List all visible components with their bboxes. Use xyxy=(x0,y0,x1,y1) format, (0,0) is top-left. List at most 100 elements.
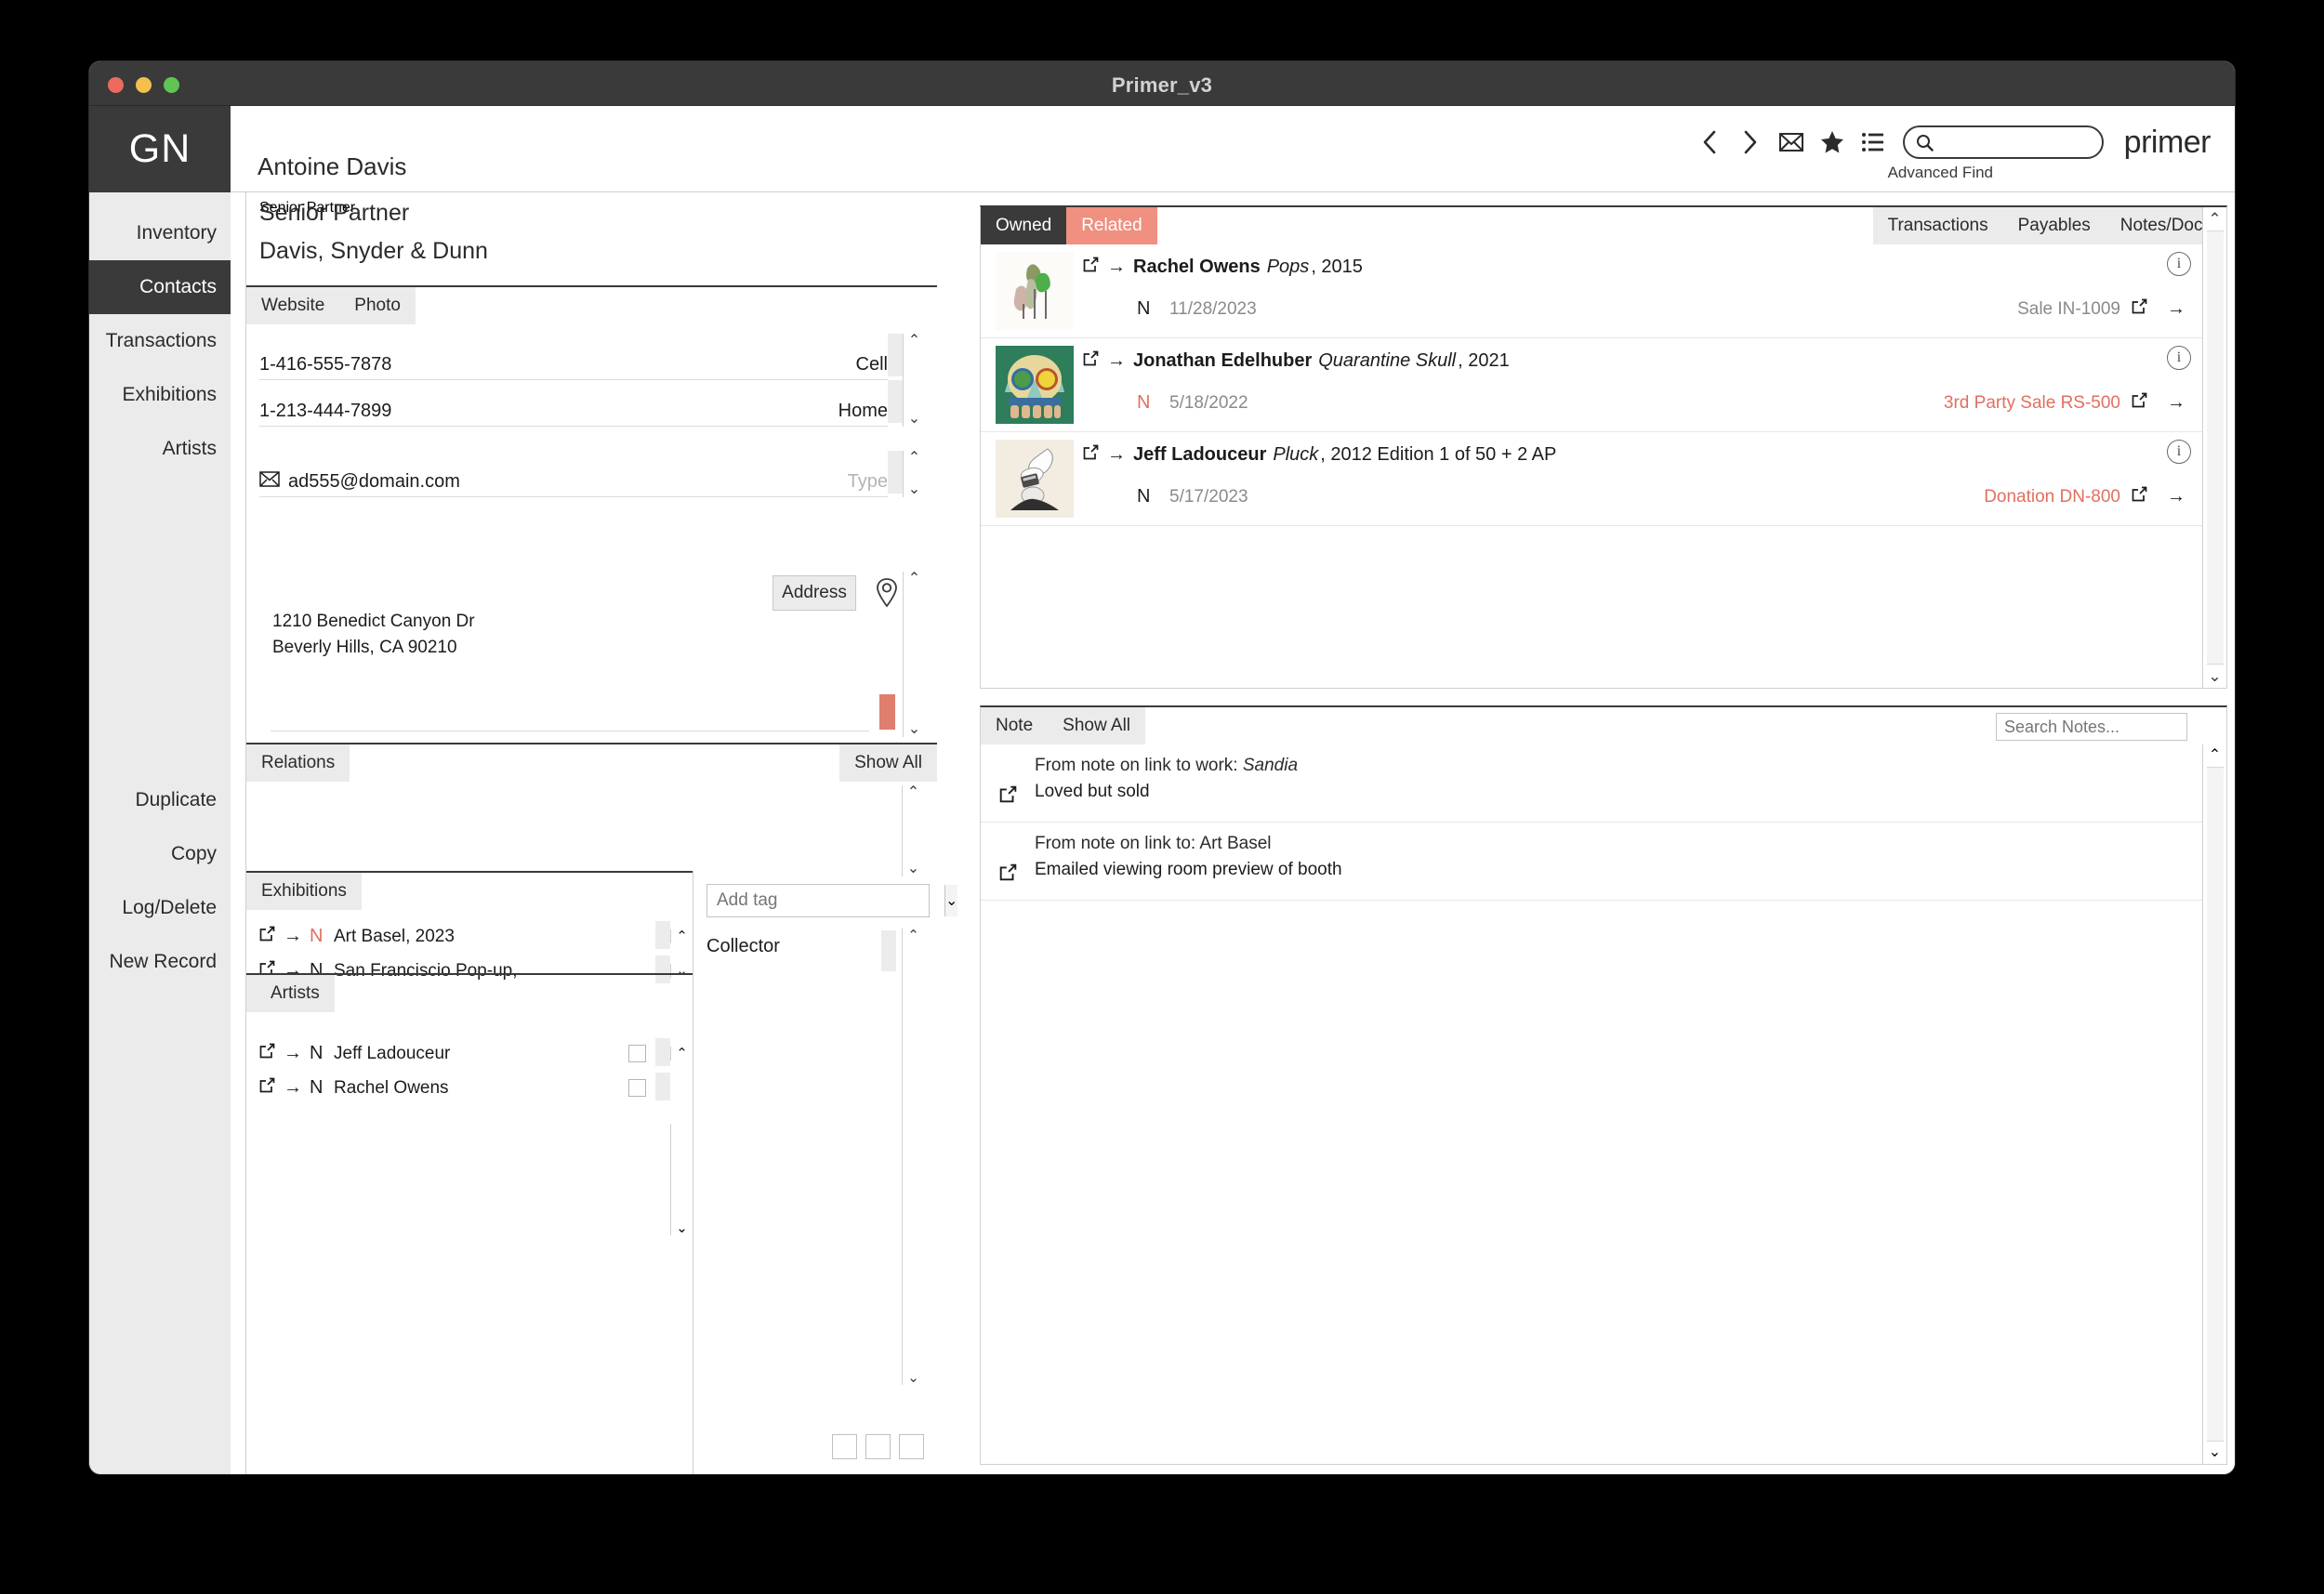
phone-value-1[interactable]: 1-416-555-7878 xyxy=(259,354,391,375)
tab-note[interactable]: Note xyxy=(981,707,1049,744)
open-external-icon[interactable] xyxy=(999,863,1017,887)
open-external-icon[interactable] xyxy=(999,785,1017,809)
sidebar-item-copy[interactable]: Copy xyxy=(89,827,231,881)
info-icon[interactable]: i xyxy=(2167,440,2191,464)
sidebar-item-exhibitions[interactable]: Exhibitions xyxy=(89,368,231,422)
tab-owned[interactable]: Owned xyxy=(981,207,1067,244)
email-portal-scroll[interactable]: ⌃ ⌄ xyxy=(903,451,925,497)
search-notes-input[interactable] xyxy=(1997,714,2186,740)
phone-portal-scroll-1[interactable]: ⌃ xyxy=(903,334,925,380)
artist-label-1[interactable]: Jeff Ladouceur xyxy=(334,1044,450,1064)
exhibition-label-1[interactable]: Art Basel, 2023 xyxy=(334,927,455,947)
artist-checkbox-2[interactable] xyxy=(628,1079,646,1097)
chevron-up-icon[interactable]: ⌃ xyxy=(908,572,920,586)
add-tag-input[interactable] xyxy=(707,885,944,916)
work-artist-1[interactable]: Rachel Owens xyxy=(1133,257,1261,278)
phone-value-2[interactable]: 1-213-444-7899 xyxy=(259,401,391,422)
sidebar-item-contacts[interactable]: Contacts xyxy=(89,260,231,314)
open-external-icon[interactable] xyxy=(2132,298,2156,320)
notes-scrollbar[interactable]: ⌃ ⌄ xyxy=(2202,744,2226,1464)
chevron-down-icon[interactable]: ⌄ xyxy=(908,722,920,737)
open-external-icon[interactable] xyxy=(259,1077,284,1099)
tab-transactions[interactable]: Transactions xyxy=(1872,207,2003,244)
search-box[interactable] xyxy=(1902,125,2132,159)
table-row[interactable]: → Rachel Owens Pops , 2015 N 11/28/2023 xyxy=(981,244,2202,338)
chevron-down-icon[interactable]: ⌄ xyxy=(2208,668,2221,684)
sidebar-item-artists[interactable]: Artists xyxy=(89,422,231,476)
tag-action-1[interactable] xyxy=(832,1434,857,1459)
phone-type-2[interactable]: Home xyxy=(838,401,888,422)
address-button[interactable]: Address xyxy=(772,575,856,611)
add-tag-field[interactable]: ⌄ xyxy=(706,884,958,917)
list-item[interactable]: From note on link to work: Sandia Loved … xyxy=(981,744,2202,823)
chevron-up-icon[interactable]: ⌃ xyxy=(907,929,919,942)
chevron-down-icon[interactable]: ⌄ xyxy=(908,412,920,427)
advanced-find-link[interactable]: Advanced Find xyxy=(1888,164,1993,182)
tags-portal-thumb[interactable] xyxy=(881,930,896,971)
go-to-icon[interactable]: → xyxy=(1107,350,1133,372)
open-external-icon[interactable] xyxy=(1083,444,1107,466)
go-to-icon[interactable]: → xyxy=(2167,298,2193,320)
phone-portal-thumb-1[interactable] xyxy=(888,334,903,376)
sidebar-item-new-record[interactable]: New Record xyxy=(89,935,231,989)
open-external-icon[interactable] xyxy=(2132,486,2156,507)
go-to-icon[interactable]: → xyxy=(1107,444,1133,466)
tab-payables[interactable]: Payables xyxy=(2002,207,2106,244)
sidebar-item-duplicate[interactable]: Duplicate xyxy=(89,773,231,827)
table-row[interactable]: → Jeff Ladouceur Pluck , 2012 Edition 1 … xyxy=(981,432,2202,526)
note-text-2[interactable]: Emailed viewing room preview of booth xyxy=(1035,860,2202,880)
address-text[interactable]: 1210 Benedict Canyon Dr Beverly Hills, C… xyxy=(272,609,475,660)
open-external-icon[interactable] xyxy=(259,1043,284,1064)
work-transaction-label-2[interactable]: 3rd Party Sale RS-500 xyxy=(1944,393,2120,414)
email-portal-thumb[interactable] xyxy=(888,451,903,494)
sidebar-item-inventory[interactable]: Inventory xyxy=(89,206,231,260)
go-to-icon[interactable]: → xyxy=(2167,486,2193,507)
chevron-up-icon[interactable]: ⌃ xyxy=(2208,211,2221,227)
info-icon[interactable]: i xyxy=(2167,346,2191,370)
chevron-up-icon[interactable]: ⌃ xyxy=(907,785,919,800)
list-item[interactable]: → N Jeff Ladouceur ⌃ xyxy=(246,1036,693,1071)
map-pin-icon[interactable] xyxy=(875,577,899,613)
back-icon[interactable] xyxy=(1689,123,1730,162)
chevron-up-icon[interactable]: ⌃ xyxy=(908,451,920,466)
artist-label-2[interactable]: Rachel Owens xyxy=(334,1078,449,1099)
email-type-placeholder[interactable]: Type xyxy=(848,471,888,493)
mail-icon[interactable] xyxy=(1771,123,1812,162)
chevron-up-icon[interactable]: ⌃ xyxy=(670,1047,693,1060)
tab-photo[interactable]: Photo xyxy=(339,287,416,324)
note-text-1[interactable]: Loved but sold xyxy=(1035,782,2202,802)
tag-action-3[interactable] xyxy=(899,1434,924,1459)
works-scrollbar[interactable]: ⌃ ⌄ xyxy=(2202,207,2226,688)
phone-portal-scroll-2[interactable]: ⌄ xyxy=(903,380,925,427)
go-to-icon[interactable]: → xyxy=(284,926,310,947)
go-to-icon[interactable]: → xyxy=(284,1043,310,1064)
relations-scrollbar[interactable]: ⌃ ⌄ xyxy=(902,785,924,876)
address-scrollbar[interactable]: ⌃ ⌄ xyxy=(903,572,925,737)
work-transaction-label-3[interactable]: Donation DN-800 xyxy=(1984,487,2120,507)
chevron-up-icon[interactable]: ⌃ xyxy=(670,929,693,943)
relations-show-all-button[interactable]: Show All xyxy=(839,744,937,782)
list-item[interactable]: From note on link to: Art Basel Emailed … xyxy=(981,823,2202,901)
chevron-down-icon[interactable]: ⌄ xyxy=(908,482,920,497)
artist-checkbox-1[interactable] xyxy=(628,1045,646,1062)
work-thumbnail-3[interactable] xyxy=(981,432,1074,525)
notes-show-all-button[interactable]: Show All xyxy=(1048,707,1146,744)
table-row[interactable]: → Jonathan Edelhuber Quarantine Skull , … xyxy=(981,338,2202,432)
phone-type-1[interactable]: Cell xyxy=(856,354,888,375)
chevron-down-icon[interactable]: ⌄ xyxy=(676,1221,688,1235)
list-item[interactable]: → N Art Basel, 2023 ⌃ xyxy=(246,919,693,954)
tag-action-2[interactable] xyxy=(865,1434,891,1459)
work-title-1[interactable]: Pops xyxy=(1267,257,1310,278)
email-value[interactable]: ad555@domain.com xyxy=(288,471,460,493)
work-title-2[interactable]: Quarantine Skull xyxy=(1318,350,1456,372)
work-title-3[interactable]: Pluck xyxy=(1273,444,1318,466)
address-portal-thumb[interactable] xyxy=(879,694,895,730)
go-to-icon[interactable]: → xyxy=(1107,257,1133,278)
info-icon[interactable]: i xyxy=(2167,252,2191,276)
tag-item[interactable]: Collector xyxy=(706,936,780,957)
phone-portal-thumb-2[interactable] xyxy=(888,380,903,423)
chevron-up-icon[interactable]: ⌃ xyxy=(2209,748,2221,763)
go-to-icon[interactable]: → xyxy=(2167,392,2193,414)
tab-website[interactable]: Website xyxy=(246,287,340,324)
tags-scrollbar[interactable]: ⌃ ⌄ xyxy=(902,929,924,1385)
